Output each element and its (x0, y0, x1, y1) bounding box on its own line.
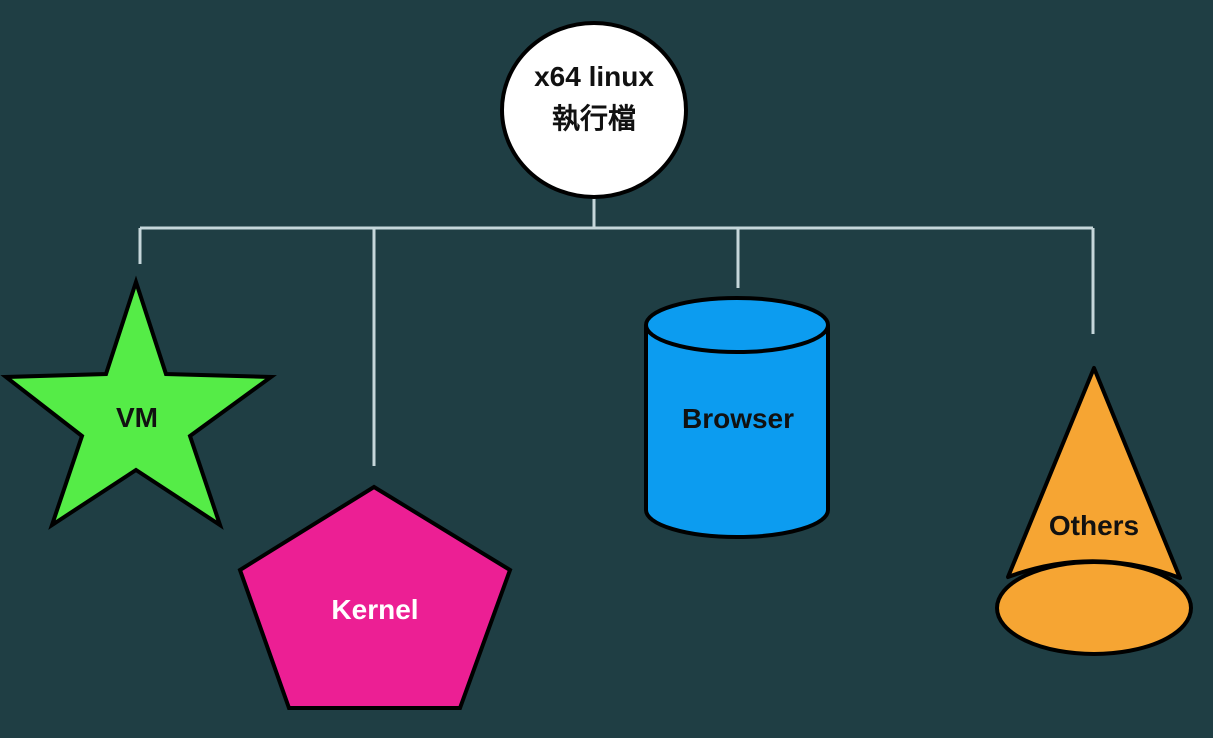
diagram-canvas: x64 linux 執行檔 VM Kernel Browser Others (0, 21, 1193, 710)
root-label-line2: 執行檔 (552, 102, 636, 134)
browser-label: Browser (682, 403, 794, 434)
kernel-label: Kernel (331, 594, 418, 625)
others-label: Others (1049, 510, 1139, 541)
root-label-line1: x64 linux (534, 61, 654, 92)
cone-shape (1006, 366, 1182, 580)
root-node: x64 linux 執行檔 (500, 21, 688, 199)
connectors (138, 198, 1095, 466)
vm-label: VM (116, 402, 158, 433)
node-others: Others (995, 366, 1193, 656)
node-browser: Browser (644, 296, 830, 539)
node-vm: VM (0, 275, 277, 530)
node-kernel: Kernel (237, 484, 513, 710)
